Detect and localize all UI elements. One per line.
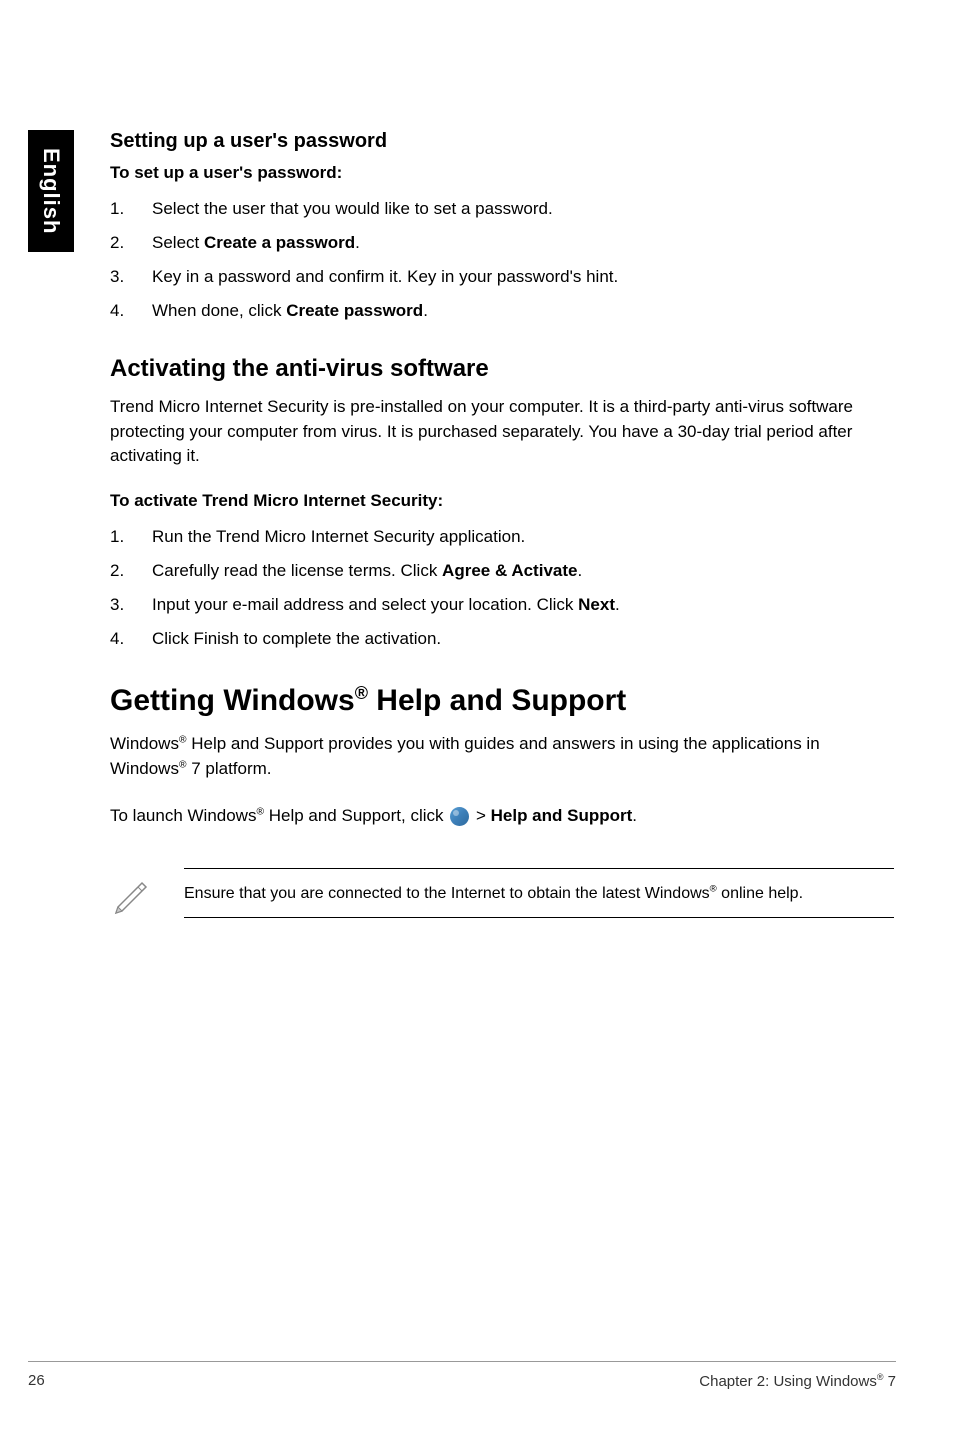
step-text: Carefully read the license terms. Click … xyxy=(152,557,582,585)
help-launch: To launch Windows® Help and Support, cli… xyxy=(110,804,894,829)
subsection-heading-password: Setting up a user's password xyxy=(110,130,894,153)
chapter-label: Chapter 2: Using Windows® 7 xyxy=(699,1372,896,1390)
password-intro: To set up a user's password: xyxy=(110,163,894,183)
windows-start-icon xyxy=(450,807,469,826)
help-body: Windows® Help and Support provides you w… xyxy=(110,732,894,781)
list-item: 2.Carefully read the license terms. Clic… xyxy=(110,557,894,585)
section-heading-antivirus: Activating the anti-virus software xyxy=(110,355,894,383)
step-text: Select the user that you would like to s… xyxy=(152,195,553,223)
language-tab: English xyxy=(28,130,74,252)
list-item: 4.When done, click Create password. xyxy=(110,297,894,325)
main-heading-help: Getting Windows® Help and Support xyxy=(110,683,894,718)
pencil-note-icon xyxy=(110,871,154,915)
antivirus-steps: 1.Run the Trend Micro Internet Security … xyxy=(110,523,894,653)
page-number: 26 xyxy=(28,1372,45,1390)
step-text: Click Finish to complete the activation. xyxy=(152,625,441,653)
page-footer: 26 Chapter 2: Using Windows® 7 xyxy=(28,1361,896,1390)
list-item: 3.Key in a password and confirm it. Key … xyxy=(110,263,894,291)
list-item: 1.Select the user that you would like to… xyxy=(110,195,894,223)
note-text: Ensure that you are connected to the Int… xyxy=(184,885,803,902)
password-steps: 1.Select the user that you would like to… xyxy=(110,195,894,325)
step-text: When done, click Create password. xyxy=(152,297,428,325)
list-item: 4.Click Finish to complete the activatio… xyxy=(110,625,894,653)
step-text: Select Create a password. xyxy=(152,229,360,257)
list-item: 3.Input your e-mail address and select y… xyxy=(110,591,894,619)
antivirus-body: Trend Micro Internet Security is pre-ins… xyxy=(110,395,894,469)
note-box: Ensure that you are connected to the Int… xyxy=(110,868,894,917)
step-text: Key in a password and confirm it. Key in… xyxy=(152,263,618,291)
step-text: Input your e-mail address and select you… xyxy=(152,591,620,619)
list-item: 2.Select Create a password. xyxy=(110,229,894,257)
step-text: Run the Trend Micro Internet Security ap… xyxy=(152,523,525,551)
main-content: Setting up a user's password To set up a… xyxy=(110,130,894,918)
antivirus-intro: To activate Trend Micro Internet Securit… xyxy=(110,491,894,511)
list-item: 1.Run the Trend Micro Internet Security … xyxy=(110,523,894,551)
